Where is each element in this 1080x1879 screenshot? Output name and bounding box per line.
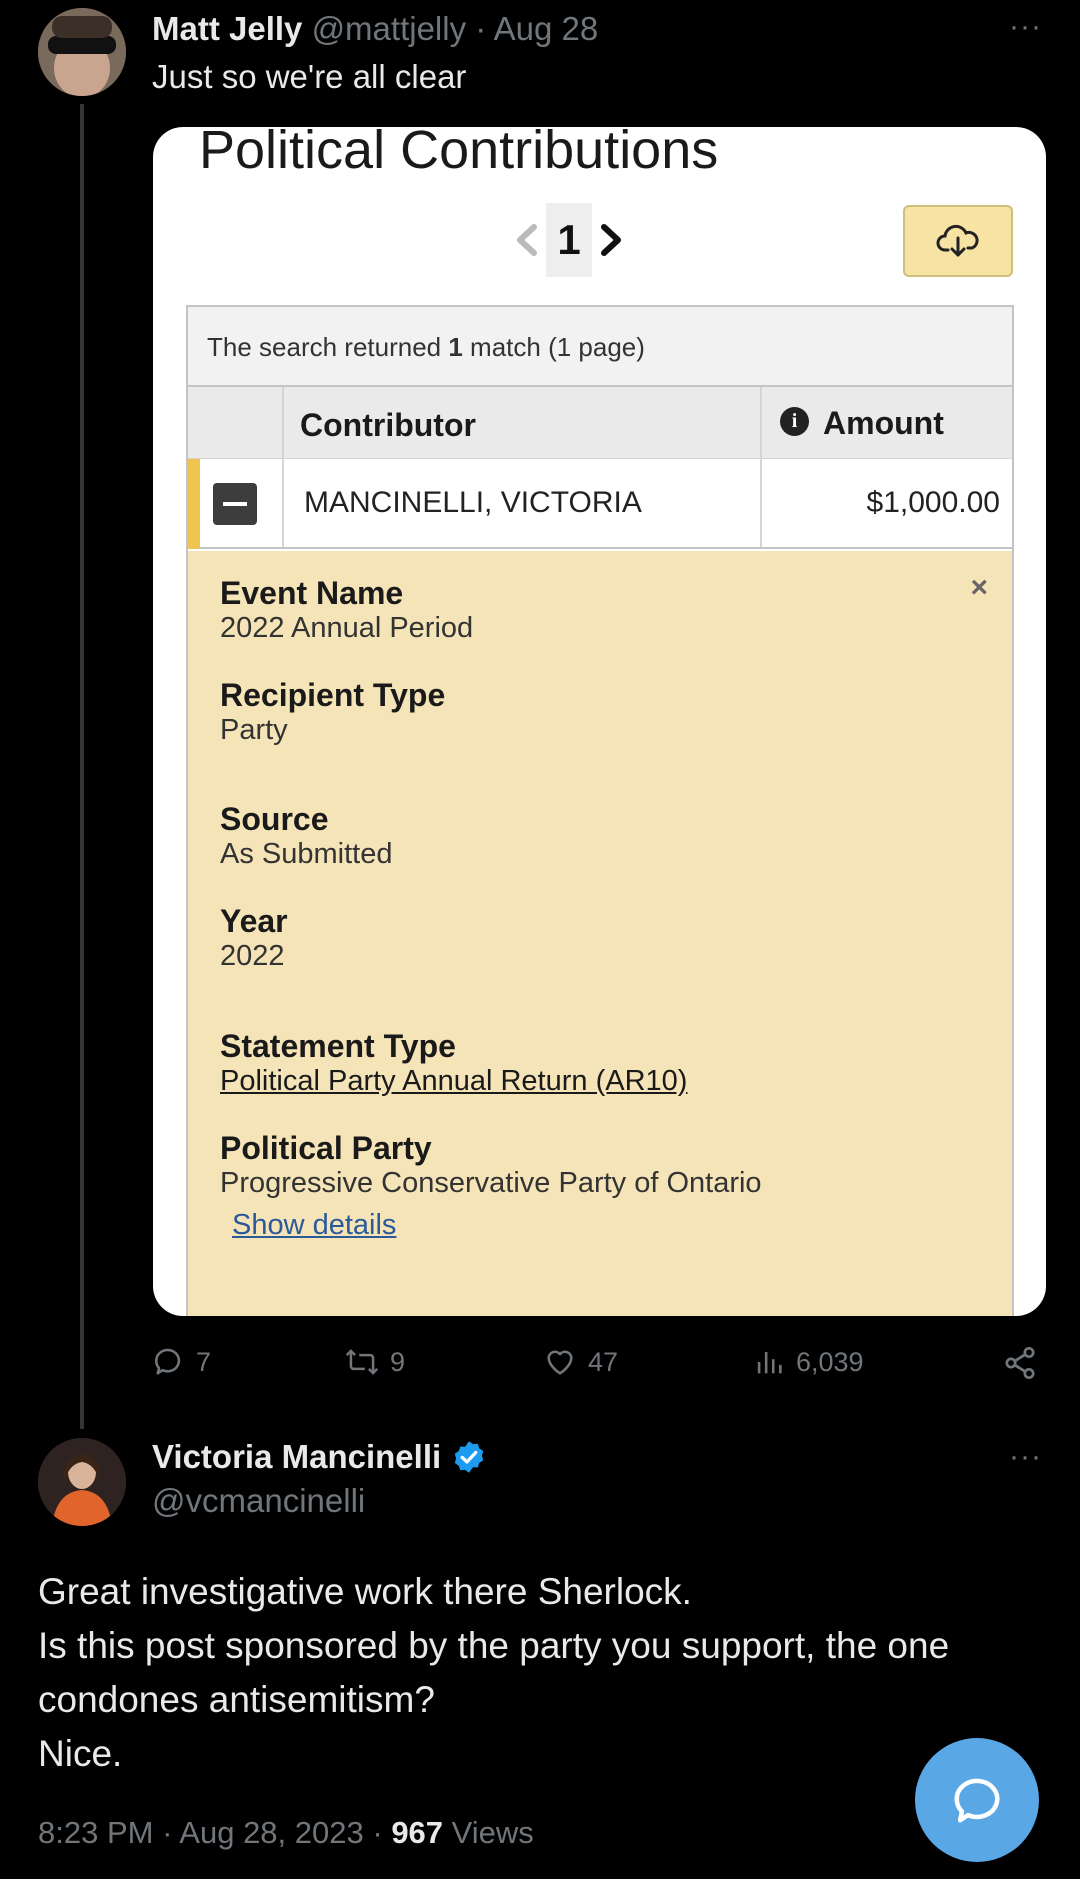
tweet1-header: Matt Jelly @mattjelly · Aug 28 — [152, 10, 598, 48]
statement-type-label: Statement Type — [220, 1028, 456, 1064]
avatar-victoria-mancinelli[interactable] — [38, 1438, 126, 1526]
tweet2-views-count: 967 — [391, 1815, 444, 1850]
tweet2-meta: 8:23 PM · Aug 28, 2023 · 967 Views — [38, 1815, 534, 1850]
cell-contributor: MANCINELLI, VICTORIA — [284, 459, 762, 547]
tweet2-more-icon[interactable]: ··· — [1009, 1440, 1042, 1474]
like-icon — [547, 1350, 573, 1375]
recipient-type-value: Party — [220, 714, 288, 746]
collapse-row-icon[interactable] — [213, 483, 257, 525]
row-toggle — [188, 459, 284, 549]
tweet2-text-line: Is this post sponsored by the party you … — [38, 1625, 950, 1720]
column-header-amount[interactable]: i Amount — [762, 387, 1012, 458]
header-toggle-column — [188, 387, 284, 458]
tweet1-media-card[interactable]: Political Contributions 1 The search ret… — [153, 127, 1046, 1316]
tweet2-author-name[interactable]: Victoria Mancinelli — [152, 1438, 441, 1476]
tweet1-author-name[interactable]: Matt Jelly — [152, 10, 302, 47]
verified-badge-icon — [454, 1441, 484, 1473]
retweet-icon — [345, 1349, 379, 1375]
download-button[interactable] — [903, 205, 1013, 277]
statement-type-link[interactable]: Political Party Annual Return (AR10) — [220, 1065, 687, 1098]
tweet2-views-label: Views — [451, 1815, 534, 1850]
source-value: As Submitted — [220, 838, 393, 870]
event-name-label: Event Name — [220, 575, 404, 611]
thread-connector-line — [80, 104, 84, 1429]
pager-prev-icon[interactable] — [508, 203, 546, 277]
info-icon[interactable]: i — [780, 407, 809, 436]
pager-current-page[interactable]: 1 — [546, 203, 592, 277]
tweet1-text: Just so we're all clear — [152, 58, 467, 95]
card-title: Political Contributions — [199, 127, 719, 180]
tweet2-author[interactable]: Victoria Mancinelli — [152, 1438, 487, 1476]
tweet1-separator: · — [475, 10, 487, 47]
reply-icon — [154, 1348, 181, 1375]
pager: 1 — [508, 203, 630, 277]
download-cloud-icon — [936, 224, 979, 257]
recipient-type-label: Recipient Type — [220, 677, 446, 713]
political-party-label: Political Party — [220, 1130, 432, 1166]
event-name-value: 2022 Annual Period — [220, 612, 474, 644]
chat-fab-button[interactable] — [915, 1738, 1039, 1862]
share-button[interactable] — [1002, 1345, 1048, 1381]
show-details-link[interactable]: Show details — [232, 1209, 396, 1242]
table-row[interactable]: MANCINELLI, VICTORIA $1,000.00 — [188, 459, 1012, 549]
reply-count: 7 — [196, 1346, 212, 1377]
share-icon — [1005, 1346, 1035, 1380]
tweet2-text-line: Great investigative work there Sherlock. — [38, 1571, 692, 1612]
tweet2-date[interactable]: Aug 28, 2023 — [179, 1815, 363, 1850]
results-table: The search returned 1 match (1 page) Con… — [186, 305, 1014, 1316]
tweet1-author-handle[interactable]: @mattjelly — [312, 10, 467, 47]
like-count: 47 — [588, 1346, 619, 1377]
tweet2-time[interactable]: 8:23 PM — [38, 1815, 153, 1850]
tweet2-text: Great investigative work there Sherlock.… — [38, 1565, 1038, 1781]
reply-button[interactable]: 7 — [152, 1345, 211, 1379]
tweet1-action-bar: 7 9 47 6,039 — [152, 1345, 1042, 1389]
tweet1-more-icon[interactable]: ··· — [1009, 10, 1042, 44]
year-label: Year — [220, 903, 288, 939]
cell-amount: $1,000.00 — [866, 486, 1000, 519]
retweet-button[interactable]: 9 — [344, 1345, 405, 1379]
avatar-matt-jelly[interactable] — [38, 8, 126, 96]
row-details-panel: × Event Name 2022 Annual Period Recipien… — [188, 551, 1012, 1316]
year-value: 2022 — [220, 940, 285, 972]
retweet-count: 9 — [390, 1346, 406, 1377]
views-count: 6,039 — [796, 1346, 864, 1377]
close-icon[interactable]: × — [970, 571, 988, 605]
search-summary: The search returned 1 match (1 page) — [188, 307, 1012, 387]
pager-next-icon[interactable] — [592, 203, 630, 277]
source-label: Source — [220, 801, 329, 837]
row-highlight-stripe — [188, 459, 200, 549]
tweet2-author-handle[interactable]: @vcmancinelli — [152, 1482, 365, 1520]
column-header-contributor[interactable]: Contributor — [284, 387, 762, 458]
political-party-value: Progressive Conservative Party of Ontari… — [220, 1167, 762, 1199]
chat-fab-icon — [954, 1778, 1000, 1823]
views-button[interactable]: 6,039 — [752, 1345, 864, 1379]
tweet2-text-line: Nice. — [38, 1733, 123, 1774]
views-icon — [757, 1352, 782, 1374]
tweet1-date[interactable]: Aug 28 — [494, 10, 599, 47]
table-header: Contributor i Amount — [188, 387, 1012, 459]
like-button[interactable]: 47 — [542, 1345, 618, 1379]
